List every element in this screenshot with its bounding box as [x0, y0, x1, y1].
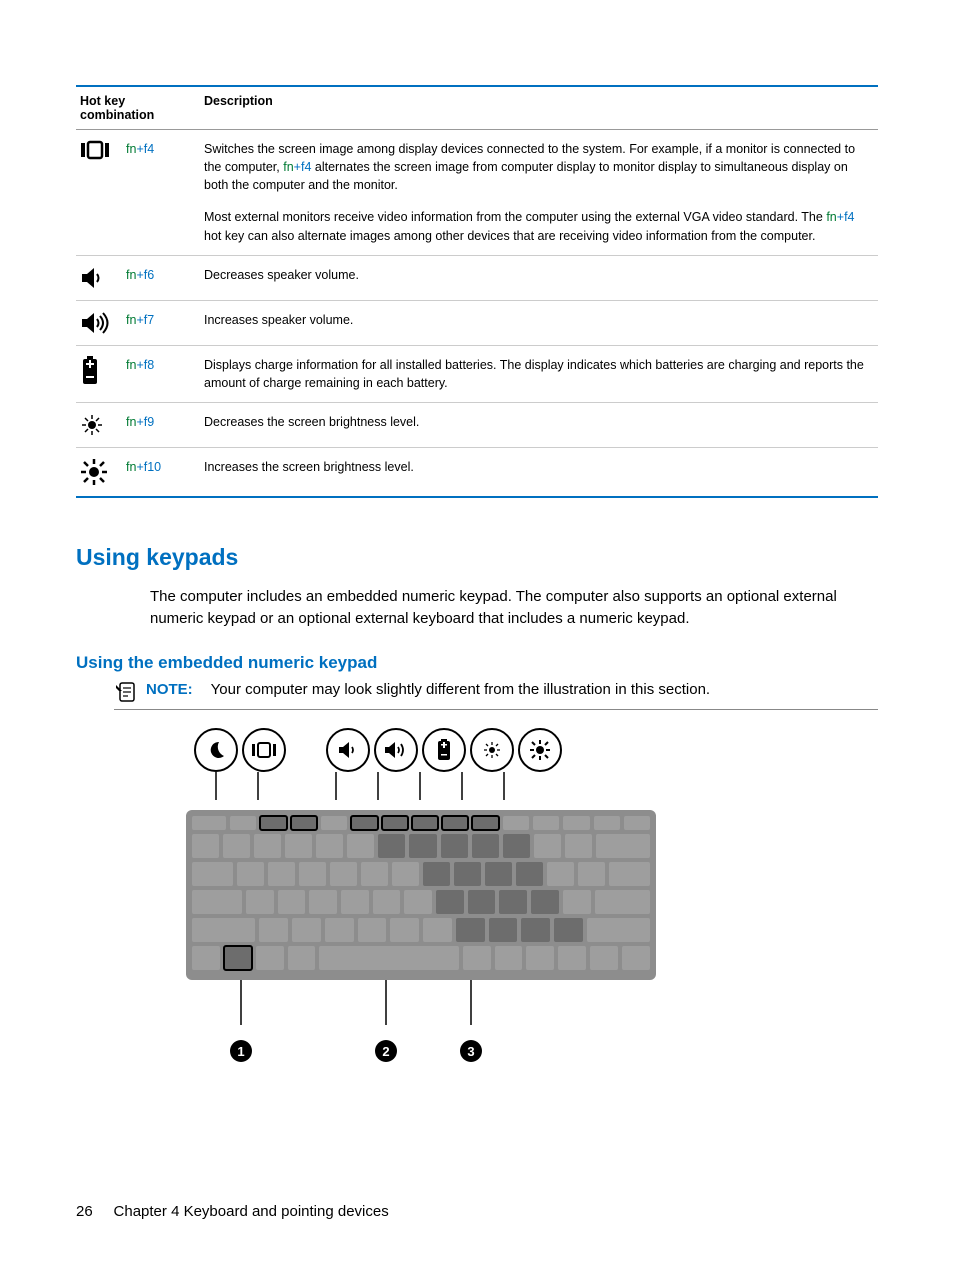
plus: + — [136, 460, 143, 474]
section-body: The computer includes an embedded numeri… — [150, 586, 878, 630]
fn-key: fn — [126, 460, 136, 474]
f-key: f10 — [144, 460, 161, 474]
volume-up-icon — [80, 311, 118, 335]
page-number: 26 — [76, 1203, 93, 1220]
battery-icon — [80, 356, 118, 386]
sleep-icon — [194, 728, 238, 772]
callout-3: 3 — [460, 1040, 482, 1062]
f-key: f8 — [144, 358, 154, 372]
table-row: fn+f9 Decreases the screen brightness le… — [76, 402, 878, 447]
plus: + — [136, 313, 143, 327]
brightness-up-icon — [80, 458, 118, 486]
table-header-desc: Description — [200, 86, 878, 130]
plus: + — [136, 268, 143, 282]
plus: + — [136, 358, 143, 372]
section-heading: Using keypads — [76, 544, 878, 571]
fn-key: fn — [126, 313, 136, 327]
battery-icon — [422, 728, 466, 772]
brightness-up-icon — [518, 728, 562, 772]
f-key: f9 — [144, 415, 154, 429]
callout-2: 2 — [375, 1040, 397, 1062]
f-key: f7 — [144, 313, 154, 327]
chapter-title: Chapter 4 Keyboard and pointing devices — [114, 1203, 389, 1220]
note-icon — [114, 681, 138, 703]
table-row: fn+f8 Displays charge information for al… — [76, 345, 878, 402]
f-key: f4 — [144, 142, 154, 156]
subsection-heading: Using the embedded numeric keypad — [76, 653, 878, 673]
plus: + — [136, 415, 143, 429]
hotkey-table: Hot key combination Description — [76, 85, 878, 498]
desc: Increases the screen brightness level. — [200, 447, 878, 497]
table-row: fn+f10 Increases the screen brightness l… — [76, 447, 878, 497]
keyboard-illustration: 1 2 3 — [186, 728, 656, 1064]
fn-key: fn — [126, 415, 136, 429]
volume-down-icon — [326, 728, 370, 772]
note-block: NOTE: Your computer may look slightly di… — [114, 681, 878, 710]
desc: Decreases the screen brightness level. — [200, 402, 878, 447]
table-header-combo: Hot key combination — [76, 86, 200, 130]
fn-key: fn — [126, 268, 136, 282]
table-row: fn+f6 Decreases speaker volume. — [76, 255, 878, 300]
fn-key: fn — [126, 142, 136, 156]
page-footer: 26 Chapter 4 Keyboard and pointing devic… — [76, 1203, 389, 1220]
screen-switch-icon — [242, 728, 286, 772]
desc: Displays charge information for all inst… — [200, 345, 878, 402]
desc: Increases speaker volume. — [200, 300, 878, 345]
fn-key: fn — [126, 358, 136, 372]
table-row: fn+f7 Increases speaker volume. — [76, 300, 878, 345]
desc: Decreases speaker volume. — [200, 255, 878, 300]
volume-down-icon — [80, 266, 118, 290]
note-text: Your computer may look slightly differen… — [211, 681, 710, 698]
callout-1: 1 — [230, 1040, 252, 1062]
table-row: fn+f4 Switches the screen image among di… — [76, 130, 878, 256]
brightness-down-icon — [470, 728, 514, 772]
plus: + — [136, 142, 143, 156]
desc-para1: Switches the screen image among display … — [204, 140, 874, 194]
brightness-down-icon — [80, 413, 118, 437]
volume-up-icon — [374, 728, 418, 772]
screen-switch-icon — [80, 140, 118, 160]
f-key: f6 — [144, 268, 154, 282]
note-label: NOTE: — [146, 681, 193, 698]
desc-para2: Most external monitors receive video inf… — [204, 208, 874, 244]
